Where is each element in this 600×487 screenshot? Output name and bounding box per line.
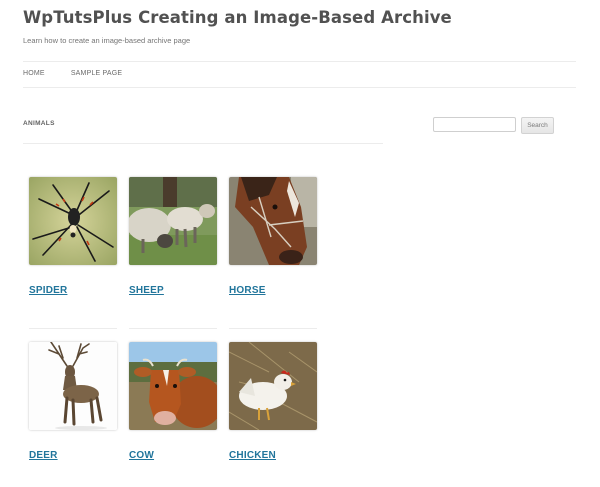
archive-item-label[interactable]: COW: [129, 450, 219, 461]
spider-image[interactable]: [29, 177, 117, 265]
nav-item-sample-page[interactable]: SAMPLE PAGE: [71, 70, 122, 77]
main-nav: HOME SAMPLE PAGE: [23, 70, 122, 77]
sheep-image[interactable]: [129, 177, 217, 265]
cow-image[interactable]: [129, 342, 217, 430]
nav-divider: [23, 87, 576, 88]
archive-item-label[interactable]: SHEEP: [129, 285, 219, 296]
archive-item-deer[interactable]: DEER: [29, 342, 119, 461]
archive-item-label[interactable]: DEER: [29, 450, 119, 461]
archive-title: ANIMALS: [23, 120, 55, 127]
row-divider: [129, 328, 217, 329]
archive-item-label[interactable]: HORSE: [229, 285, 319, 296]
archive-item-horse[interactable]: HORSE: [229, 177, 319, 296]
site-description: Learn how to create an image-based archi…: [23, 36, 191, 45]
archive-item-sheep[interactable]: SHEEP: [129, 177, 219, 296]
archive-item-chicken[interactable]: CHICKEN: [229, 342, 319, 461]
nav-item-home[interactable]: HOME: [23, 70, 45, 77]
search-input[interactable]: [433, 117, 516, 132]
archive-item-label[interactable]: CHICKEN: [229, 450, 319, 461]
header-divider: [23, 61, 576, 62]
archive-item-cow[interactable]: COW: [129, 342, 219, 461]
horse-image[interactable]: [229, 177, 317, 265]
row-divider: [29, 328, 117, 329]
archive-title-divider: [23, 143, 383, 144]
deer-image[interactable]: [29, 342, 117, 430]
search-button[interactable]: Search: [521, 117, 554, 134]
chicken-image[interactable]: [229, 342, 317, 430]
site-title[interactable]: WpTutsPlus Creating an Image-Based Archi…: [23, 8, 452, 27]
archive-item-label[interactable]: SPIDER: [29, 285, 119, 296]
row-divider: [229, 328, 317, 329]
archive-item-spider[interactable]: SPIDER: [29, 177, 119, 296]
